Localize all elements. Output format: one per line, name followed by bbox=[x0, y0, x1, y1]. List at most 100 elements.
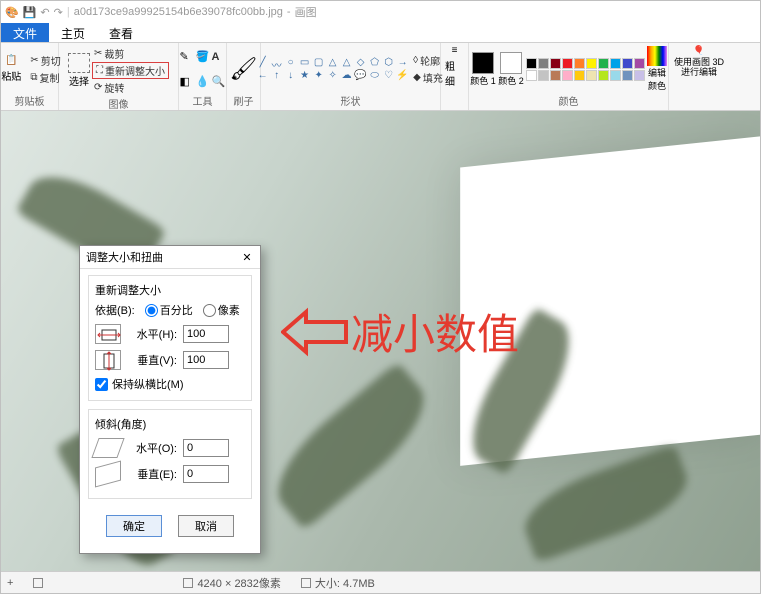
cancel-button[interactable]: 取消 bbox=[178, 515, 234, 537]
text-icon[interactable]: A bbox=[212, 51, 226, 63]
fill2-icon: ◆ bbox=[413, 72, 421, 83]
group-shapes: ╱〰○▭▢△△◇⬠⬡→ ←↑↓★✦✧☁💬⬭♡⚡ ◊轮廓 ◆填充 形状 bbox=[261, 43, 441, 110]
ok-button[interactable]: 确定 bbox=[106, 515, 162, 537]
resize-dialog: 调整大小和扭曲 ✕ 重新调整大小 依据(B): 百分比 像素 水平(H): bbox=[79, 245, 261, 554]
paste-button[interactable]: 📋 粘贴 bbox=[0, 49, 26, 89]
skew-v-icon bbox=[95, 461, 121, 488]
skew-h-icon bbox=[91, 438, 124, 458]
color-swatch[interactable] bbox=[610, 58, 621, 69]
redo-icon[interactable]: ↷ bbox=[54, 6, 63, 19]
resize-fieldset: 重新调整大小 依据(B): 百分比 像素 水平(H): 垂直(V): bbox=[88, 275, 252, 401]
selection-size bbox=[33, 578, 43, 588]
edit-colors-button[interactable]: 编辑颜色 bbox=[647, 46, 667, 92]
group-size: ≡ 粗细 bbox=[441, 43, 469, 110]
tab-file[interactable]: 文件 bbox=[1, 23, 49, 42]
statusbar: + 4240 × 2832像素 大小: 4.7MB bbox=[1, 571, 760, 593]
titlebar: 🎨 💾 ↶ ↷ | a0d173ce9a99925154b6e39078fc00… bbox=[1, 1, 760, 23]
cut-button[interactable]: ✂剪切 bbox=[28, 52, 62, 69]
color-swatch[interactable] bbox=[622, 58, 633, 69]
color-swatch[interactable] bbox=[550, 58, 561, 69]
zoom-icon[interactable]: 🔍 bbox=[212, 75, 226, 88]
canvas-area[interactable]: 减小数值 调整大小和扭曲 ✕ 重新调整大小 依据(B): 百分比 像素 bbox=[1, 111, 760, 571]
resize-icon: ⛶ bbox=[96, 65, 103, 76]
radio-percent[interactable]: 百分比 bbox=[145, 302, 193, 318]
rainbow-icon bbox=[647, 46, 667, 66]
crop-button[interactable]: ✂裁剪 bbox=[92, 45, 169, 62]
copy-icon: ⧉ bbox=[30, 72, 37, 83]
arrow-left-icon bbox=[281, 307, 351, 357]
paint-window: 🎨 💾 ↶ ↷ | a0d173ce9a99925154b6e39078fc00… bbox=[0, 0, 761, 594]
color-swatch[interactable] bbox=[634, 58, 645, 69]
crop-icon: ✂ bbox=[94, 48, 102, 59]
color-swatch[interactable] bbox=[634, 70, 645, 81]
pencil-icon[interactable]: ✎ bbox=[180, 50, 194, 63]
scissors-icon: ✂ bbox=[30, 55, 38, 66]
color-swatch[interactable] bbox=[586, 58, 597, 69]
close-icon[interactable]: ✕ bbox=[240, 251, 254, 264]
balloon-icon[interactable]: 🎈 bbox=[693, 45, 704, 56]
shape-fill-button[interactable]: ◆填充 bbox=[411, 69, 445, 86]
color-swatch[interactable] bbox=[610, 70, 621, 81]
radio-pixels[interactable]: 像素 bbox=[203, 302, 240, 318]
dialog-title: 调整大小和扭曲 bbox=[86, 249, 163, 265]
color-swatch[interactable] bbox=[586, 70, 597, 81]
annotation-text: 减小数值 bbox=[351, 301, 519, 362]
select-icon bbox=[68, 53, 90, 73]
picker-icon[interactable]: 💧 bbox=[196, 75, 210, 88]
keep-ratio-checkbox[interactable] bbox=[95, 378, 108, 391]
resize-button[interactable]: ⛶重新调整大小 bbox=[92, 62, 169, 79]
tab-view[interactable]: 查看 bbox=[97, 23, 145, 42]
color-swatch[interactable] bbox=[562, 70, 573, 81]
color-swatch[interactable] bbox=[598, 58, 609, 69]
select-button[interactable]: 选择 bbox=[68, 53, 90, 88]
ribbon: 📋 粘贴 ✂剪切 ⧉复制 剪贴板 选择 ✂裁剪 ⛶重新调整大小 ⟳ bbox=[1, 43, 760, 111]
save-icon[interactable]: 💾 bbox=[23, 6, 37, 19]
color-swatch[interactable] bbox=[538, 58, 549, 69]
shapes-gallery[interactable]: ╱〰○▭▢△△◇⬠⬡→ ←↑↓★✦✧☁💬⬭♡⚡ bbox=[256, 57, 409, 82]
skew-v-input[interactable] bbox=[183, 465, 229, 483]
outline-button[interactable]: ◊轮廓 bbox=[411, 52, 445, 69]
color-swatch[interactable] bbox=[538, 70, 549, 81]
group-3d: 🎈 使用画图 3D 进行编辑 bbox=[669, 43, 729, 110]
rotate-button[interactable]: ⟳旋转 bbox=[92, 79, 169, 96]
copy-button[interactable]: ⧉复制 bbox=[28, 69, 62, 86]
skew-h-input[interactable] bbox=[183, 439, 229, 457]
horizontal-input[interactable] bbox=[183, 325, 229, 343]
color2-swatch[interactable] bbox=[500, 52, 522, 74]
brush-icon[interactable]: 🖌 bbox=[230, 56, 258, 82]
clipboard-icon: 📋 bbox=[5, 55, 17, 66]
fill-icon[interactable]: 🪣 bbox=[196, 50, 210, 63]
group-image: 选择 ✂裁剪 ⛶重新调整大小 ⟳旋转 图像 bbox=[59, 43, 179, 110]
cursor-pos: + bbox=[7, 577, 13, 589]
color-swatch[interactable] bbox=[574, 70, 585, 81]
color-swatch[interactable] bbox=[526, 70, 537, 81]
color-swatch[interactable] bbox=[526, 58, 537, 69]
image-dimensions: 4240 × 2832像素 bbox=[183, 575, 280, 591]
tab-home[interactable]: 主页 bbox=[49, 23, 97, 42]
color-swatch[interactable] bbox=[562, 58, 573, 69]
eraser-icon[interactable]: ◧ bbox=[180, 75, 194, 88]
group-colors: 颜色 1 颜色 2 编辑颜色 颜色 bbox=[469, 43, 669, 110]
group-clipboard: 📋 粘贴 ✂剪切 ⧉复制 剪贴板 bbox=[1, 43, 59, 110]
annotation: 减小数值 bbox=[281, 301, 519, 362]
color-swatch[interactable] bbox=[550, 70, 561, 81]
crosshair-icon: + bbox=[7, 577, 13, 589]
dialog-titlebar: 调整大小和扭曲 ✕ bbox=[80, 246, 260, 269]
filesize-icon bbox=[301, 578, 311, 588]
vertical-input[interactable] bbox=[183, 351, 229, 369]
rotate-icon: ⟳ bbox=[94, 82, 102, 93]
filename: a0d173ce9a99925154b6e39078fc00bb.jpg bbox=[74, 6, 283, 18]
appname: 画图 bbox=[295, 4, 317, 20]
undo-icon[interactable]: ↶ bbox=[40, 6, 49, 19]
color-swatch[interactable] bbox=[598, 70, 609, 81]
dimensions-icon bbox=[183, 578, 193, 588]
horizontal-resize-icon bbox=[95, 324, 121, 344]
outline-icon: ◊ bbox=[413, 55, 418, 66]
color-palette[interactable] bbox=[526, 58, 645, 81]
color-swatch[interactable] bbox=[574, 58, 585, 69]
selection-icon bbox=[33, 578, 43, 588]
group-tools: ✎ 🪣 A ◧ 💧 🔍 工具 bbox=[179, 43, 227, 110]
thickness-icon[interactable]: ≡ bbox=[452, 45, 458, 56]
color1-swatch[interactable] bbox=[472, 52, 494, 74]
color-swatch[interactable] bbox=[622, 70, 633, 81]
